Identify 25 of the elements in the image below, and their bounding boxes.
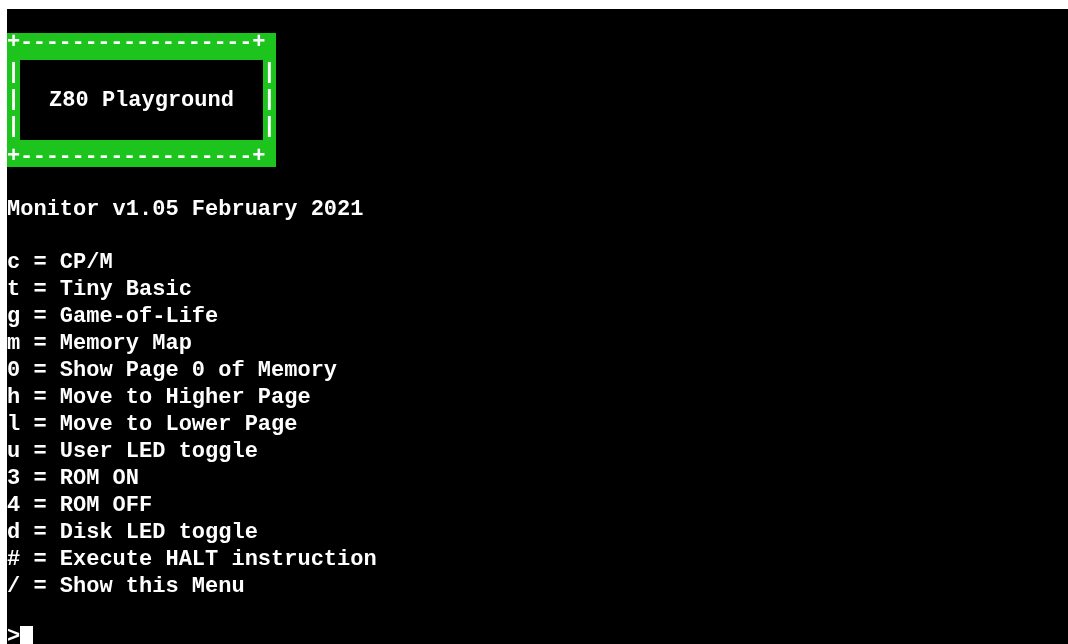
banner-side: |	[262, 114, 276, 139]
version-line: Monitor v1.05 February 2021	[7, 196, 365, 223]
menu-option: 0 = Show Page 0 of Memory	[7, 357, 1068, 384]
banner-side: |	[262, 61, 276, 86]
banner-border: +------------------+	[7, 33, 267, 53]
menu-option: u = User LED toggle	[7, 438, 1068, 465]
menu-option: c = CP/M	[7, 249, 1068, 276]
banner-side: |	[7, 114, 21, 139]
banner-title: Z80 Playground	[49, 86, 234, 115]
menu-option: g = Game-of-Life	[7, 303, 1068, 330]
menu-option: t = Tiny Basic	[7, 276, 1068, 303]
menu-option: h = Move to Higher Page	[7, 384, 1068, 411]
text-cursor	[20, 626, 34, 644]
command-prompt: >	[7, 623, 21, 644]
banner-side: |	[7, 88, 21, 112]
menu-option: # = Execute HALT instruction	[7, 546, 1068, 573]
menu-option: / = Show this Menu	[7, 573, 1068, 600]
banner-side: |	[262, 88, 276, 112]
menu-option: d = Disk LED toggle	[7, 519, 1068, 546]
menu-option: m = Memory Map	[7, 330, 1068, 357]
menu-option: 4 = ROM OFF	[7, 492, 1068, 519]
menu-option: l = Move to Lower Page	[7, 411, 1068, 438]
banner-side: |	[7, 61, 21, 86]
menu-option: 3 = ROM ON	[7, 465, 1068, 492]
banner-border: +------------------+	[7, 147, 267, 167]
